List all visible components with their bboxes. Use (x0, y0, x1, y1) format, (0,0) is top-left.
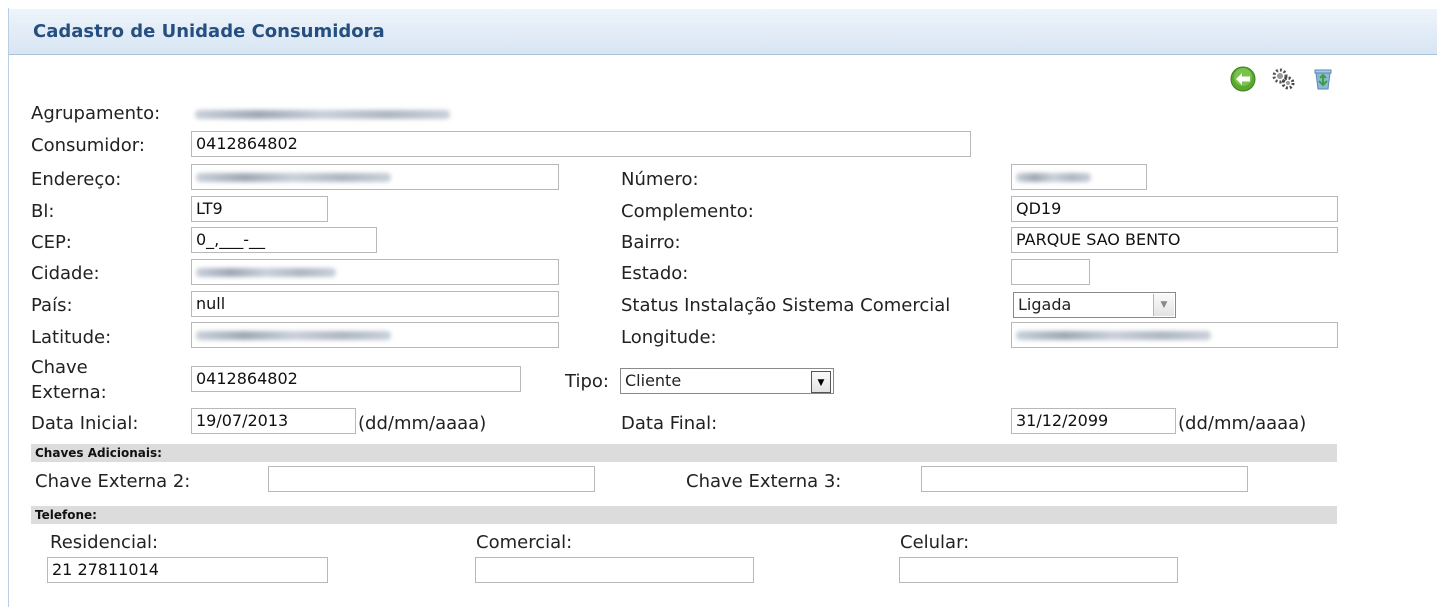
form-header: Cadastro de Unidade Consumidora (9, 9, 1437, 55)
numero-label: Número: (621, 169, 699, 190)
complemento-input[interactable]: QD19 (1011, 196, 1338, 222)
chevron-down-icon[interactable]: ▼ (811, 371, 831, 393)
bl-label: Bl: (31, 201, 55, 222)
pais-input[interactable]: null (191, 291, 559, 317)
longitude-label: Longitude: (621, 327, 717, 348)
page-title: Cadastro de Unidade Consumidora (33, 21, 385, 42)
celular-label: Celular: (900, 532, 970, 553)
agrupamento-label: Agrupamento: (31, 103, 161, 124)
numero-input[interactable] (1011, 164, 1147, 190)
longitude-input[interactable] (1011, 322, 1338, 348)
chave-externa-2-input[interactable] (268, 466, 595, 492)
residencial-label: Residencial: (50, 532, 159, 553)
bairro-label: Bairro: (621, 232, 681, 253)
chaves-adicionais-section: Chaves Adicionais: (31, 444, 1337, 462)
agrupamento-value-redacted (195, 102, 455, 124)
data-inicial-format: (dd/mm/aaaa) (358, 413, 487, 434)
back-arrow-icon[interactable] (1230, 66, 1256, 92)
endereco-label: Endereço: (31, 169, 122, 190)
tipo-label: Tipo: (565, 371, 609, 392)
status-select[interactable]: Ligada ▼ (1013, 292, 1176, 318)
cep-input[interactable]: 0_,___-__ (191, 227, 377, 253)
celular-input[interactable] (899, 557, 1178, 583)
telefone-section: Telefone: (31, 506, 1337, 524)
consumidor-label: Consumidor: (31, 135, 145, 156)
bl-input[interactable]: LT9 (191, 196, 328, 222)
chave-externa-2-label: Chave Externa 2: (35, 471, 191, 492)
comercial-input[interactable] (475, 557, 754, 583)
latitude-input[interactable] (191, 322, 559, 348)
estado-input[interactable] (1011, 259, 1090, 285)
chave-externa-label-line2: Externa: (31, 382, 107, 403)
chave-externa-3-label: Chave Externa 3: (686, 471, 842, 492)
complemento-label: Complemento: (621, 201, 754, 222)
pais-label: País: (31, 295, 73, 316)
recycle-bin-icon[interactable] (1310, 66, 1336, 92)
data-final-input[interactable]: 31/12/2099 (1011, 408, 1176, 434)
tipo-select-value: Cliente (625, 371, 682, 390)
data-inicial-input[interactable]: 19/07/2013 (191, 408, 356, 434)
data-inicial-label: Data Inicial: (31, 413, 139, 434)
bairro-input[interactable]: PARQUE SAO BENTO (1011, 227, 1338, 253)
status-label: Status Instalação Sistema Comercial (621, 295, 951, 316)
cidade-label: Cidade: (31, 263, 100, 284)
endereco-input[interactable] (191, 164, 559, 190)
chave-externa-3-input[interactable] (921, 466, 1248, 492)
tipo-select[interactable]: Cliente ▼ (620, 368, 834, 394)
consumidor-input[interactable]: 0412864802 (191, 131, 971, 157)
chave-externa-input[interactable]: 0412864802 (191, 366, 521, 392)
settings-gears-icon[interactable] (1270, 66, 1296, 92)
residencial-input[interactable]: 21 27811014 (47, 557, 328, 583)
cidade-input[interactable] (191, 259, 559, 285)
latitude-label: Latitude: (31, 327, 112, 348)
data-final-format: (dd/mm/aaaa) (1178, 413, 1307, 434)
comercial-label: Comercial: (476, 532, 573, 553)
cep-label: CEP: (31, 232, 72, 253)
data-final-label: Data Final: (621, 413, 718, 434)
chave-externa-label-line1: Chave (31, 357, 88, 378)
estado-label: Estado: (621, 263, 689, 284)
chevron-down-icon[interactable]: ▼ (1153, 294, 1174, 316)
status-select-value: Ligada (1018, 295, 1072, 314)
